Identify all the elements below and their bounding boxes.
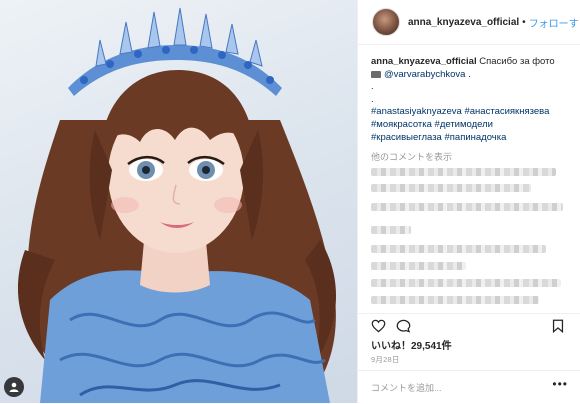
- comment-input[interactable]: コメントを追加...: [371, 381, 442, 394]
- caption-first-line: anna_knyazeva_official Спасибо за фото: [371, 56, 576, 69]
- hashtag-line[interactable]: #anastasiyaknyazeva #анастасиякнязева: [371, 106, 576, 119]
- caption-dot-line: .: [371, 93, 374, 105]
- blurred-comment: [371, 279, 561, 287]
- blurred-comment: [371, 296, 539, 304]
- likes-count[interactable]: いいね！29,541件: [371, 337, 452, 352]
- caption-mention[interactable]: @varvarabychkova: [384, 69, 465, 80]
- caption-username[interactable]: anna_knyazeva_official: [371, 56, 477, 67]
- header-username[interactable]: anna_knyazeva_official: [408, 17, 519, 28]
- bookmark-icon[interactable]: [552, 319, 564, 338]
- girl-portrait-illustration: [17, 7, 337, 403]
- blurred-comment: [371, 245, 546, 253]
- hashtag-line[interactable]: #моякрасотка #детимодели: [371, 119, 576, 132]
- post-date[interactable]: 9月28日: [371, 354, 400, 365]
- camera-icon: [371, 70, 381, 78]
- post-side-panel: anna_knyazeva_official • フォローす anna_knya…: [357, 0, 580, 403]
- caption-dot-line: .: [371, 81, 374, 93]
- blurred-comment: [371, 226, 411, 234]
- avatar[interactable]: [372, 8, 400, 36]
- caption-text: Спасибо за фото: [479, 56, 555, 67]
- blurred-comment: [371, 168, 556, 176]
- post-photo[interactable]: [0, 0, 357, 403]
- view-more-comments-link[interactable]: 他のコメントを表示: [371, 150, 452, 163]
- blurred-comment: [371, 184, 531, 192]
- post-caption: anna_knyazeva_official Спасибо за фото @…: [371, 56, 576, 144]
- caption-mention-line: @varvarabychkova .: [371, 69, 576, 82]
- heart-icon[interactable]: [371, 319, 386, 338]
- post-actions-bar: [358, 313, 580, 338]
- instagram-post: anna_knyazeva_official • フォローす anna_knya…: [0, 0, 580, 403]
- comment-icon[interactable]: [396, 319, 411, 338]
- follow-button[interactable]: フォローす: [529, 15, 579, 30]
- hashtag-line[interactable]: #красивыеглаза #папинадочка: [371, 132, 576, 145]
- more-options-icon[interactable]: •••: [552, 377, 568, 391]
- comment-bar: コメントを追加... •••: [358, 370, 580, 404]
- header-separator-dot: •: [522, 16, 526, 28]
- post-header: anna_knyazeva_official • フォローす: [358, 0, 580, 45]
- blurred-comment: [371, 203, 563, 211]
- blurred-comment: [371, 262, 466, 270]
- tag-person-icon[interactable]: [4, 377, 24, 397]
